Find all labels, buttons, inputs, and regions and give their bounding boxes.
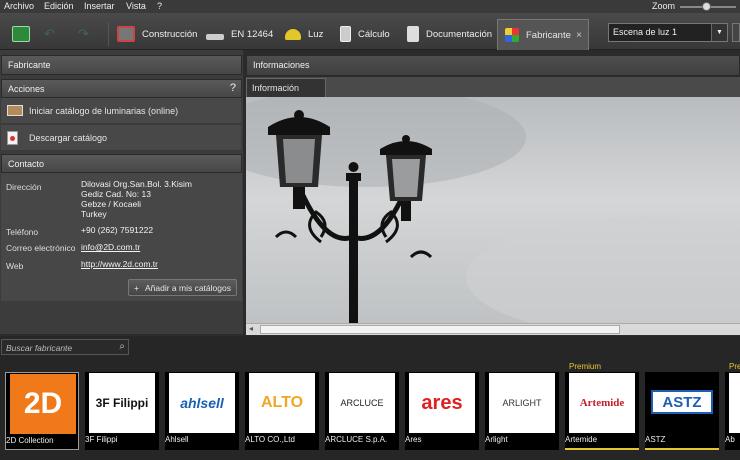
menu-vista[interactable]: Vista [126, 1, 146, 11]
manufacturer-search-input[interactable]: Buscar fabricante ⌕ [1, 339, 129, 355]
direccion-label: Dirección [6, 182, 42, 192]
desk-icon [206, 34, 224, 40]
redo-icon: ↷ [78, 26, 89, 41]
zoom-slider-knob[interactable] [702, 2, 711, 11]
manufacturer-tile[interactable]: 3F Filippi 3F Filippi [85, 372, 159, 450]
tab-fabricante[interactable]: Fabricante × [497, 19, 589, 50]
document-icon [407, 26, 419, 42]
menu-bar: Archivo Edición Insertar Vista ? Zoom [0, 0, 740, 13]
manufacturer-logo: ares [409, 373, 475, 433]
menu-edicion[interactable]: Edición [44, 1, 74, 11]
scene-select[interactable]: Escena de luz 1 ▼ [608, 23, 728, 42]
tab-informacion[interactable]: Información [246, 78, 326, 97]
tab-en12464[interactable]: EN 12464 [206, 20, 273, 48]
search-icon: ⌕ [119, 341, 125, 352]
save-icon [12, 26, 30, 42]
correo-label: Correo electrónico [6, 243, 76, 253]
tab-construccion[interactable]: Construcción [117, 20, 197, 48]
manufacturer-tile[interactable]: Artemide Artemide [565, 372, 639, 450]
menu-help[interactable]: ? [157, 1, 162, 11]
menu-archivo[interactable]: Archivo [4, 1, 34, 11]
manufacturer-tile[interactable]: ARCLUCE ARCLUCE S.p.A. [325, 372, 399, 450]
manufacturer-tile[interactable]: ALTO ALTO CO.,Ltd [245, 372, 319, 450]
lamp-icon [285, 28, 301, 40]
telefono-label: Teléfono [6, 227, 39, 237]
chevron-down-icon[interactable]: ▼ [711, 24, 727, 41]
manufacturer-logo: 3F Filippi [89, 373, 155, 433]
manufacturer-logo: ahlsell [169, 373, 235, 433]
tab-calculo[interactable]: Cálculo [340, 20, 390, 48]
toolbar-overflow-button[interactable] [732, 23, 740, 42]
manufacturer-tile[interactable]: ares Ares [405, 372, 479, 450]
contacto-header: Contacto [1, 154, 242, 173]
manufacturer-tile[interactable]: ASTZ ASTZ [645, 372, 719, 450]
premium-label-2: Premium [729, 362, 740, 371]
save-button[interactable] [12, 20, 37, 48]
manufacturer-tile[interactable]: ARLIGHT Arlight [485, 372, 559, 450]
telefono-value: +90 (262) 7591222 [81, 225, 154, 235]
street-lamp-image [246, 97, 740, 323]
manufacturer-logo: 2D [10, 374, 76, 434]
catalog-grid-icon [505, 28, 519, 42]
help-icon[interactable]: ? [230, 82, 236, 94]
fabricante-header: Fabricante [1, 55, 242, 75]
product-photo [246, 97, 740, 323]
informaciones-header: Informaciones [246, 55, 740, 76]
action-download-catalog[interactable]: Descargar catálogo [1, 125, 241, 151]
close-tab-icon[interactable]: × [576, 30, 582, 41]
scrollbar-thumb[interactable] [260, 325, 620, 334]
manufacturer-logo: ASTZ [651, 390, 713, 414]
catalog-icon [7, 105, 23, 116]
undo-icon: ↶ [44, 26, 55, 41]
zoom-label: Zoom [652, 1, 676, 11]
manufacturer-logo [729, 373, 740, 433]
add-to-catalogs-button[interactable]: + Añadir a mis catálogos [128, 279, 237, 296]
menu-insertar[interactable]: Insertar [84, 1, 115, 11]
manufacturer-logo: ALTO [249, 373, 315, 433]
manufacturer-logo: ARLIGHT [489, 373, 555, 433]
undo-button[interactable]: ↶ [44, 20, 55, 48]
acciones-header: Acciones ? [1, 79, 242, 98]
email-link[interactable]: info@2D.com.tr [81, 242, 140, 252]
construction-icon [117, 26, 135, 42]
web-label: Web [6, 261, 24, 271]
address: Dilovasi Org.San.Bol. 3.Kisim Gediz Cad.… [81, 179, 193, 219]
manufacturer-logo: ARCLUCE [329, 373, 395, 433]
tab-luz[interactable]: Luz [285, 20, 323, 48]
manufacturer-tile[interactable]: 2D 2D Collection [5, 372, 79, 450]
horizontal-scrollbar[interactable]: ◂ [246, 323, 740, 335]
manufacturer-tile[interactable]: ahlsell Ahlsell [165, 372, 239, 450]
web-link[interactable]: http://www.2d.com.tr [81, 259, 158, 269]
calculator-icon [340, 26, 351, 42]
plus-icon: + [134, 282, 139, 293]
scroll-left-icon[interactable]: ◂ [249, 324, 253, 333]
action-start-catalog[interactable]: Iniciar catálogo de luminarias (online) [1, 98, 241, 124]
manufacturer-tile[interactable]: Ab [725, 372, 740, 450]
redo-button[interactable]: ↷ [78, 20, 89, 48]
tab-documentacion[interactable]: Documentación [407, 20, 492, 48]
manufacturer-logo: Artemide [569, 373, 635, 433]
premium-label: Premium [569, 362, 602, 371]
download-icon [7, 130, 18, 145]
